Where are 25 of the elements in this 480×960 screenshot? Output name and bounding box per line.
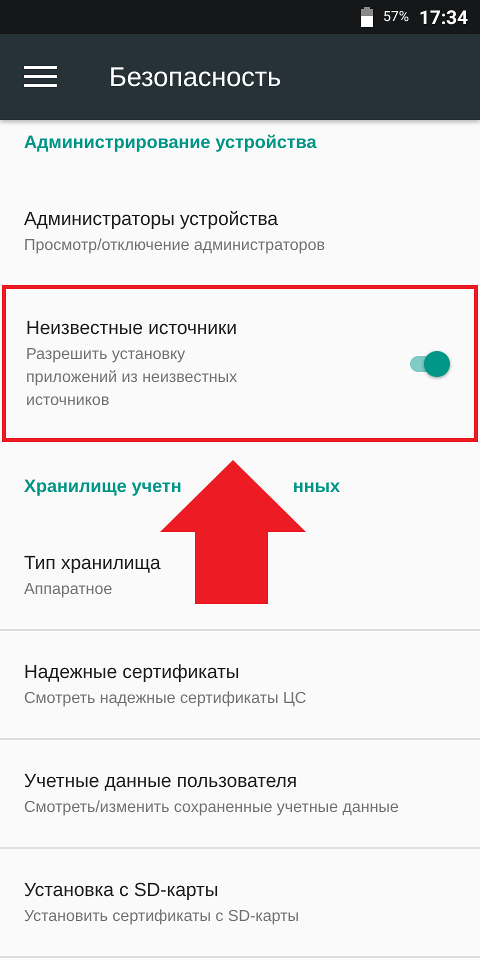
clock-time: 17:34 <box>419 6 468 28</box>
setting-row[interactable]: Надежные сертификаты Смотреть надежные сертификаты ЦС <box>0 631 480 740</box>
setting-description: Разрешить установку приложений из неизвестных источников <box>26 345 238 411</box>
setting-description: Установить сертификаты с SD-карты <box>24 907 300 927</box>
menu-icon[interactable] <box>24 65 57 89</box>
setting-row[interactable]: Установка с SD-карты Установить сертификаты с SD-карты <box>0 849 480 958</box>
setting-description: Аппаратное <box>24 580 114 600</box>
setting-title: Установка с SD-карты <box>24 879 220 903</box>
setting-row[interactable]: Учетные данные пользователя Смотреть/изменить сохраненные учетные данные <box>0 740 480 849</box>
setting-description: Смотреть/изменить сохраненные учетные данные <box>24 798 400 818</box>
setting-title: Администраторы устройства <box>24 208 279 232</box>
battery-icon <box>361 7 374 27</box>
setting-description: Просмотр/отключение администраторов <box>24 236 326 256</box>
setting-description: Смотреть надежные сертификаты ЦС <box>24 689 308 709</box>
highlighted-setting-row[interactable]: Неизвестные источники Разрешить установку приложений из неизвестных источников <box>2 285 478 442</box>
setting-row[interactable]: Администраторы устройства Просмотр/отключение администраторов <box>0 178 480 285</box>
setting-title: Неизвестные источники <box>26 317 238 341</box>
section-header: Администрирование устройства <box>24 132 317 152</box>
setting-title: Учетные данные пользователя <box>24 770 298 794</box>
section-header: нных <box>292 476 340 496</box>
screen-title: Безопасность <box>109 62 282 92</box>
setting-title: Тип хранилища <box>24 552 162 576</box>
section-header: Хранилище учетн <box>24 476 182 496</box>
setting-title: Надежные сертификаты <box>24 661 240 685</box>
battery-percent: 57% <box>383 9 410 25</box>
